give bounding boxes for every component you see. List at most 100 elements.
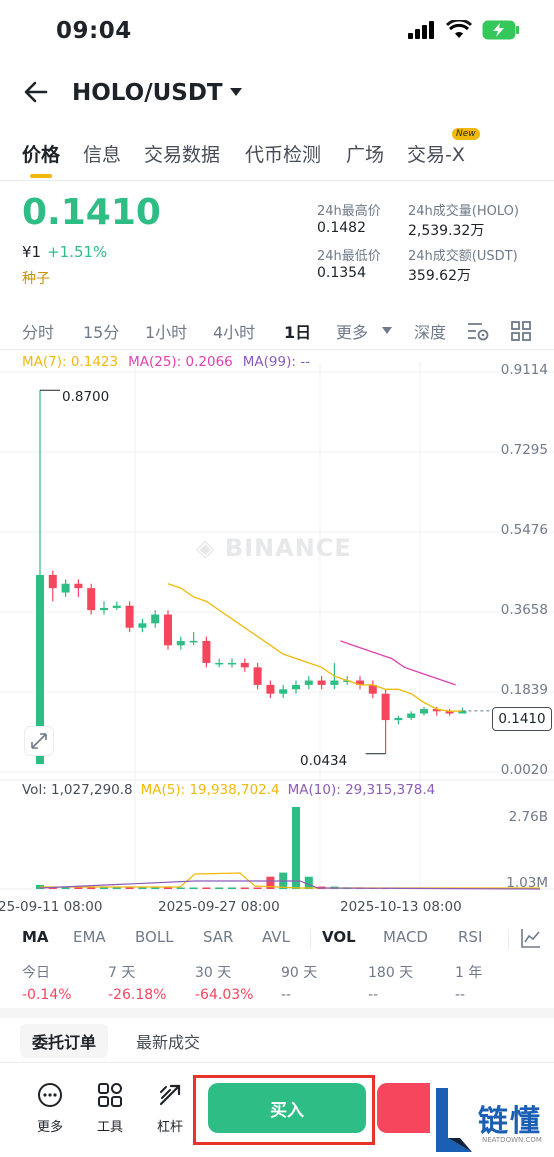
candle-body (228, 662, 236, 665)
interval-timeshare[interactable]: 分时 (22, 319, 54, 343)
tab-info[interactable]: 信息 (83, 140, 121, 167)
perf-label: 7 天 (108, 965, 136, 981)
perf-value: -64.03% (195, 987, 254, 1003)
indicator-vol[interactable]: VOL (322, 928, 356, 946)
tab-token-check[interactable]: 代币检测 (245, 140, 321, 167)
vol-quote-value: 359.62万 (408, 268, 471, 284)
tab-trade-x[interactable]: 交易-X (407, 140, 465, 167)
low-marker-label: 0.0434 (300, 753, 348, 769)
perf-label: 30 天 (195, 965, 232, 981)
candle-body (138, 623, 147, 628)
candle-body (292, 684, 300, 690)
volume-bar (164, 887, 172, 889)
candle-body (48, 574, 57, 589)
binance-watermark: ◈ BINANCE (196, 534, 352, 562)
indicator-ma[interactable]: MA (22, 928, 49, 946)
y-tick-label: 0.1839 (500, 682, 548, 698)
indicator-avl[interactable]: AVL (262, 928, 290, 946)
buy-button[interactable]: 买入 (208, 1083, 366, 1133)
indicator-ema[interactable]: EMA (73, 928, 106, 946)
candle-body (74, 583, 83, 589)
status-bar: 09:04 (0, 0, 554, 66)
tools-button[interactable]: 工具 (90, 1082, 130, 1135)
perf-value: -26.18% (108, 987, 167, 1003)
bottom-action-bar: 更多 工具 杠杆 买入 链懂 NEATDOWN.COM (0, 1072, 554, 1157)
tab-square[interactable]: 广场 (346, 140, 384, 167)
candle-body (61, 583, 70, 593)
indicator-macd[interactable]: MACD (383, 928, 428, 946)
indicator-settings-icon[interactable] (520, 927, 542, 949)
tab-trading-data[interactable]: 交易数据 (144, 140, 220, 167)
current-price-tag: 0.1410 (492, 707, 552, 731)
interval-15m[interactable]: 15分 (83, 319, 119, 343)
indicator-sar[interactable]: SAR (203, 928, 233, 946)
fullscreen-button[interactable] (24, 726, 54, 756)
volume-bar (176, 887, 185, 889)
y-tick-label: 0.9114 (500, 362, 548, 378)
candle-body (176, 640, 185, 646)
candle-body (100, 607, 108, 611)
section-separator (0, 1008, 554, 1018)
candlestick-chart[interactable] (0, 362, 554, 922)
tab-price[interactable]: 价格 (22, 140, 60, 167)
perf-value: -- (455, 987, 466, 1003)
candle-body (253, 667, 262, 685)
interval-4h[interactable]: 4小时 (213, 319, 255, 343)
indicator-rsi[interactable]: RSI (458, 928, 482, 946)
candle-body (330, 680, 339, 685)
candle-body (125, 605, 134, 628)
candle-body (164, 614, 172, 646)
chevron-down-icon[interactable] (228, 86, 244, 98)
active-tab-indicator (30, 174, 52, 178)
status-time: 09:04 (56, 18, 132, 44)
high-label: 24h最高价 (317, 204, 381, 219)
interval-more[interactable]: 更多 (336, 319, 368, 343)
interval-1h[interactable]: 1小时 (145, 319, 187, 343)
neatdown-logo-sub: NEATDOWN.COM (482, 1136, 542, 1144)
more-button[interactable]: 更多 (30, 1082, 70, 1135)
interval-depth[interactable]: 深度 (414, 319, 446, 343)
seed-tag[interactable]: 种子 (22, 268, 50, 288)
candle-body (112, 605, 121, 608)
divider (310, 929, 311, 949)
divider (0, 180, 554, 181)
price-chart[interactable]: 0.9114 0.7295 0.5476 0.3658 0.1839 0.002… (0, 362, 554, 922)
x-tick-label: 25-09-11 08:00 (0, 899, 103, 915)
trading-pair-title[interactable]: HOLO/USDT (72, 80, 223, 106)
candle-body (189, 640, 198, 643)
wifi-icon (446, 20, 472, 38)
interval-1d[interactable]: 1日 (284, 319, 311, 343)
perf-label: 今日 (22, 965, 50, 981)
volume-bar (138, 887, 147, 889)
indicator-bar: MA EMA BOLL SAR AVL VOL MACD RSI (0, 926, 554, 952)
vol-value: Vol: 1,027,290.8 (22, 782, 133, 798)
cellular-signal-icon (408, 21, 434, 39)
candle-body (202, 640, 211, 663)
tab-latest-trades[interactable]: 最新成交 (124, 1024, 212, 1058)
candle-body (381, 693, 390, 721)
expand-icon (31, 733, 47, 749)
candle-body (420, 709, 428, 714)
candle-body (266, 684, 275, 694)
indicator-boll[interactable]: BOLL (135, 928, 174, 946)
candle-body (304, 680, 313, 685)
grid-layout-icon[interactable] (510, 320, 532, 342)
tab-open-orders[interactable]: 委托订单 (20, 1024, 109, 1058)
candle-body (240, 662, 249, 668)
ma25-line (340, 640, 456, 686)
y-tick-label: 0.0020 (500, 762, 548, 778)
chart-settings-icon[interactable] (466, 320, 490, 342)
neatdown-logo: 链懂 NEATDOWN.COM (430, 1072, 554, 1157)
volume-bar (253, 887, 262, 889)
order-tabs: 委托订单 最新成交 (0, 1018, 554, 1062)
volume-bar (61, 887, 70, 889)
chevron-down-icon (382, 327, 392, 334)
volume-bar (74, 887, 83, 889)
tools-grid-icon (98, 1083, 122, 1107)
volume-bar (87, 887, 96, 889)
watermark-text: BINANCE (224, 534, 352, 562)
perf-value: -- (368, 987, 379, 1003)
back-arrow-icon[interactable] (22, 78, 50, 106)
leverage-button[interactable]: 杠杆 (150, 1082, 190, 1135)
leverage-label: 杠杆 (156, 1120, 183, 1135)
